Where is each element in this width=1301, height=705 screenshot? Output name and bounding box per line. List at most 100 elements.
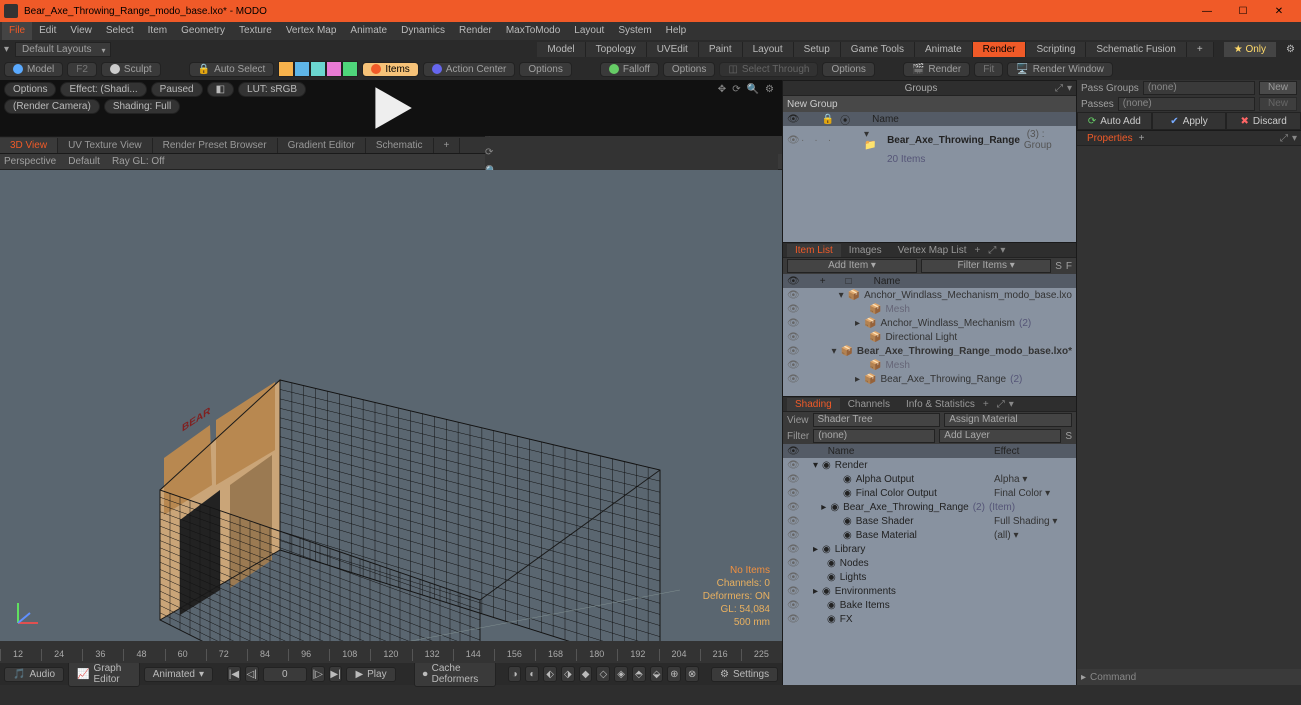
- layout-tab-model[interactable]: Model: [537, 42, 585, 57]
- item-row[interactable]: 👁▸ 📦 Bear_Axe_Throwing_Range (2): [783, 372, 1076, 386]
- key-d-icon[interactable]: ◇: [596, 666, 610, 682]
- layout-tab-layout[interactable]: Layout: [743, 42, 794, 57]
- panel-tab-shading[interactable]: Shading: [787, 398, 840, 411]
- panel-tab-item-list[interactable]: Item List: [787, 244, 841, 257]
- menu-edit[interactable]: Edit: [32, 22, 63, 40]
- menu-file[interactable]: File: [2, 22, 32, 40]
- shader-row[interactable]: 👁◉ Bake Items: [783, 598, 1076, 612]
- item-row[interactable]: 👁📦 Mesh: [783, 358, 1076, 372]
- render-paused[interactable]: Paused: [151, 82, 203, 97]
- key-all-icon[interactable]: ◑: [508, 666, 522, 682]
- key-a-icon[interactable]: ⬖: [543, 666, 557, 682]
- key-e-icon[interactable]: ◈: [614, 666, 628, 682]
- popout-icon[interactable]: ⤢: [988, 245, 996, 256]
- viewtab-render-preset-browser[interactable]: Render Preset Browser: [153, 138, 278, 153]
- viewtab-add[interactable]: +: [434, 138, 461, 153]
- window-maximize[interactable]: ☐: [1225, 0, 1261, 22]
- shader-row[interactable]: 👁◉ FX: [783, 612, 1076, 626]
- auto-select[interactable]: 🔒Auto Select: [189, 62, 275, 77]
- render-effect[interactable]: Effect: (Shadi...: [60, 82, 146, 97]
- item-row[interactable]: 👁▾ 📦 Bear_Axe_Throwing_Range_modo_base.l…: [783, 344, 1076, 358]
- render-bucket-icon[interactable]: ◧: [207, 82, 234, 97]
- key-i-icon[interactable]: ⊗: [685, 666, 699, 682]
- shader-row[interactable]: 👁◉ Base ShaderFull Shading ▾: [783, 514, 1076, 528]
- key-sel-icon[interactable]: ◐: [525, 666, 539, 682]
- menu-help[interactable]: Help: [659, 22, 694, 40]
- items-button[interactable]: Items: [362, 62, 418, 77]
- layout-preset-select[interactable]: Default Layouts▾: [15, 42, 111, 57]
- menu-maxtomodo[interactable]: MaxToModo: [499, 22, 567, 40]
- play-button[interactable]: ▶ Play: [346, 667, 395, 682]
- view-perspective[interactable]: Perspective: [4, 156, 56, 167]
- layout-tab-scripting[interactable]: Scripting: [1026, 42, 1086, 57]
- shader-row[interactable]: 👁▾ ◉ Render: [783, 458, 1076, 472]
- discard-button[interactable]: ✖Discard: [1226, 112, 1301, 130]
- render-fit[interactable]: Fit: [974, 62, 1003, 77]
- popout-icon[interactable]: ⤢: [1055, 83, 1063, 94]
- current-frame[interactable]: 0: [263, 667, 307, 682]
- apply-button[interactable]: ✔Apply: [1152, 112, 1227, 130]
- shader-row[interactable]: 👁▸ ◉ Environments: [783, 584, 1076, 598]
- audio-button[interactable]: 🎵 Audio: [4, 667, 64, 682]
- shader-row[interactable]: 👁◉ Final Color OutputFinal Color ▾: [783, 486, 1076, 500]
- layout-tab-add[interactable]: +: [1187, 42, 1214, 57]
- view-default[interactable]: Default: [68, 156, 100, 167]
- menu-animate[interactable]: Animate: [343, 22, 394, 40]
- item-row[interactable]: 👁📦 Mesh: [783, 302, 1076, 316]
- layout-tab-topology[interactable]: Topology: [586, 42, 647, 57]
- menu-item[interactable]: Item: [141, 22, 174, 40]
- go-start-icon[interactable]: |◀: [227, 666, 241, 682]
- render-lut[interactable]: LUT: sRGB: [238, 82, 306, 97]
- menu-render[interactable]: Render: [452, 22, 499, 40]
- group-item[interactable]: 👁··· ▾ 📁 Bear_Axe_Throwing_Range (3) : G…: [783, 128, 1076, 152]
- menu-dynamics[interactable]: Dynamics: [394, 22, 452, 40]
- key-h-icon[interactable]: ⊕: [667, 666, 681, 682]
- new-group-button[interactable]: New Group: [787, 99, 838, 110]
- render-window[interactable]: 🖥️Render Window: [1007, 62, 1113, 77]
- move-icon[interactable]: ✥: [718, 84, 726, 95]
- menu-texture[interactable]: Texture: [232, 22, 279, 40]
- viewtab-uv-texture-view[interactable]: UV Texture View: [58, 138, 153, 153]
- shader-row[interactable]: 👁▸ ◉ Library: [783, 542, 1076, 556]
- collapse-icon[interactable]: ▾: [1067, 83, 1072, 94]
- viewport-3d[interactable]: BEAR (function(){: [0, 170, 782, 641]
- menu-system[interactable]: System: [611, 22, 658, 40]
- action-center[interactable]: Action Center: [423, 62, 516, 77]
- add-item-select[interactable]: Add Item ▾: [787, 259, 917, 273]
- layout-tab-schematic-fusion[interactable]: Schematic Fusion: [1086, 42, 1186, 57]
- key-g-icon[interactable]: ⬙: [650, 666, 664, 682]
- step-next-icon[interactable]: |▷: [311, 666, 325, 682]
- render-button[interactable]: 🎬Render: [903, 62, 970, 77]
- popout-icon[interactable]: ⤢: [997, 399, 1005, 410]
- layout-tab-uvedit[interactable]: UVEdit: [647, 42, 699, 57]
- passes-select[interactable]: (none): [1118, 97, 1255, 111]
- item-row[interactable]: 👁📦 Directional Light: [783, 330, 1076, 344]
- go-end-icon[interactable]: ▶|: [329, 666, 343, 682]
- mode-f2[interactable]: F2: [67, 62, 97, 77]
- add-tab-icon[interactable]: +: [1139, 133, 1145, 144]
- shader-tree-select[interactable]: Shader Tree: [813, 413, 941, 427]
- key-c-icon[interactable]: ◆: [579, 666, 593, 682]
- collapse-icon[interactable]: ▾: [1292, 133, 1297, 144]
- pass-groups-select[interactable]: (none): [1143, 81, 1255, 95]
- mode-sculpt[interactable]: Sculpt: [101, 62, 161, 77]
- animated-select[interactable]: Animated ▾: [144, 667, 213, 682]
- key-b-icon[interactable]: ⬗: [561, 666, 575, 682]
- menu-layout[interactable]: Layout: [567, 22, 611, 40]
- cache-deformers[interactable]: ⏺ Cache Deformers: [414, 661, 496, 687]
- collapse-icon[interactable]: ▾: [1009, 399, 1014, 410]
- filter-s-icon[interactable]: S: [1055, 261, 1062, 272]
- view-raygl[interactable]: Ray GL: Off: [112, 156, 165, 167]
- options-3[interactable]: Options: [822, 62, 874, 77]
- render-options[interactable]: Options: [4, 82, 56, 97]
- falloff[interactable]: Falloff: [600, 62, 659, 77]
- layout-tab-setup[interactable]: Setup: [794, 42, 841, 57]
- layout-tab-game-tools[interactable]: Game Tools: [841, 42, 915, 57]
- menu-view[interactable]: View: [63, 22, 99, 40]
- filter-items-select[interactable]: Filter Items ▾: [921, 259, 1051, 273]
- filter-select[interactable]: (none): [813, 429, 935, 443]
- shader-row[interactable]: 👁◉ Nodes: [783, 556, 1076, 570]
- add-tab-icon[interactable]: +: [983, 399, 989, 410]
- panel-tab-info-&-statistics[interactable]: Info & Statistics: [898, 398, 983, 411]
- command-caret[interactable]: ▸: [1081, 672, 1086, 683]
